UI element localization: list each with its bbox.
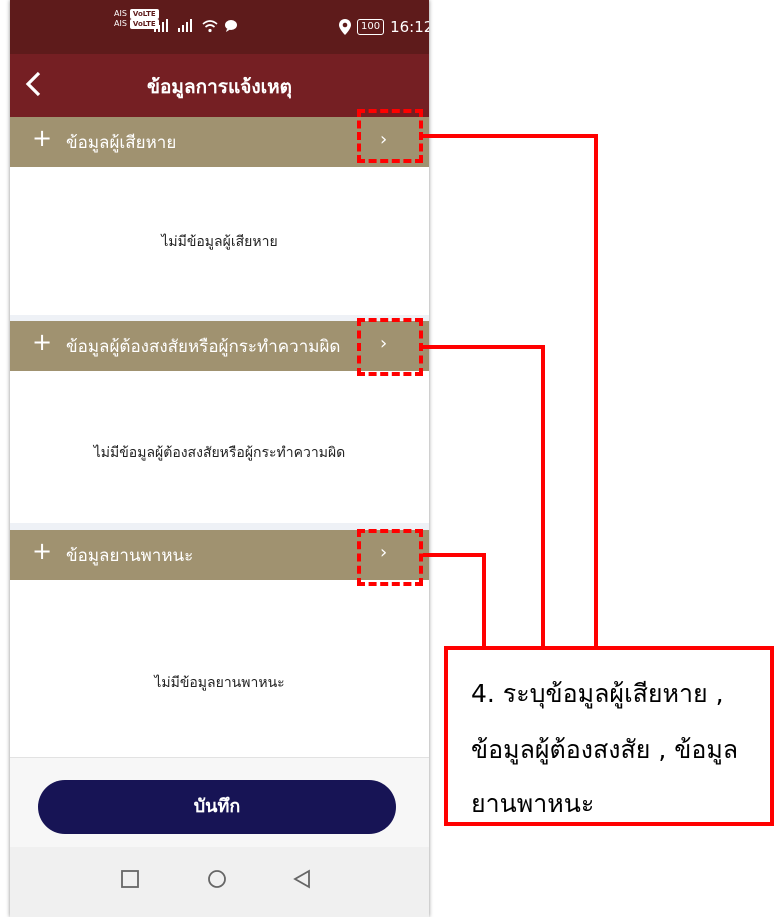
status-right: 100 16:12 xyxy=(339,18,429,36)
carrier-2-label: AIS xyxy=(114,19,127,28)
empty-state-text: ไม่มีข้อมูลยานพาหนะ xyxy=(154,675,285,691)
signal-icons xyxy=(153,19,238,37)
footer: บันทึก xyxy=(10,757,429,848)
instruction-callout: 4. ระบุข้อมูลผู้เสียหาย , ข้อมูลผู้ต้องส… xyxy=(444,646,774,826)
empty-state-text: ไม่มีข้อมูลผู้เสียหาย xyxy=(161,234,278,250)
plus-icon[interactable]: + xyxy=(32,124,52,152)
back-icon[interactable] xyxy=(292,869,312,889)
android-nav-bar xyxy=(10,847,429,917)
carrier-1-label: AIS xyxy=(114,9,127,18)
status-bar: AIS VoLTE AIS VoLTE 100 16:12 xyxy=(10,0,429,54)
empty-state-text: ไม่มีข้อมูลผู้ต้องสงสัยหรือผู้กระทำความผ… xyxy=(93,445,346,461)
section-title: ข้อมูลผู้ต้องสงสัยหรือผู้กระทำความผิด xyxy=(66,337,341,357)
clock: 16:12 xyxy=(390,18,429,36)
signal-icon xyxy=(154,19,168,32)
recent-apps-icon[interactable] xyxy=(120,869,140,889)
section-body-victim: ไม่มีข้อมูลผู้เสียหาย xyxy=(10,167,429,315)
highlight-box-victim xyxy=(357,109,423,163)
callout-line-2: ข้อมูลผู้ต้องสงสัย , ข้อมูล xyxy=(471,735,739,764)
plus-icon[interactable]: + xyxy=(32,328,52,356)
save-button[interactable]: บันทึก xyxy=(38,780,396,834)
highlight-box-vehicle xyxy=(357,529,423,586)
plus-icon[interactable]: + xyxy=(32,537,52,565)
location-icon xyxy=(339,19,351,35)
carrier-info: AIS VoLTE AIS VoLTE xyxy=(114,9,159,29)
signal-icon xyxy=(178,19,193,32)
section-body-suspect: ไม่มีข้อมูลผู้ต้องสงสัยหรือผู้กระทำความผ… xyxy=(10,371,429,523)
callout-line-1: 4. ระบุข้อมูลผู้เสียหาย , xyxy=(471,679,724,708)
section-body-vehicle: ไม่มีข้อมูลยานพาหนะ xyxy=(10,580,429,757)
app-header: ข้อมูลการแจ้งเหตุ xyxy=(10,54,429,117)
volte-badge: VoLTE xyxy=(129,9,159,19)
page-title: ข้อมูลการแจ้งเหตุ xyxy=(147,76,292,98)
callout-line-3: ยานพาหนะ xyxy=(471,789,595,818)
wifi-icon xyxy=(202,20,218,33)
home-icon[interactable] xyxy=(207,869,227,889)
battery-icon: 100 xyxy=(357,19,385,35)
section-title: ข้อมูลผู้เสียหาย xyxy=(66,133,177,153)
section-title: ข้อมูลยานพาหนะ xyxy=(66,546,194,566)
highlight-box-suspect xyxy=(357,318,423,376)
chat-icon xyxy=(225,20,238,32)
